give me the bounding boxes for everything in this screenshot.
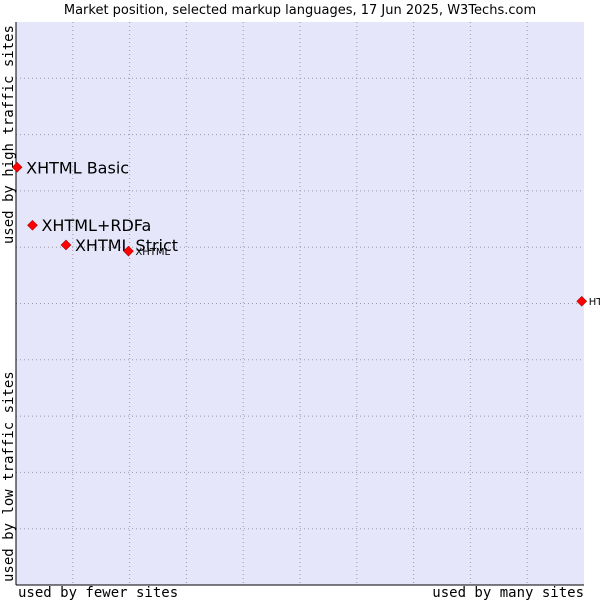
data-point-xhtml-rdfa: XHTML+RDFa (27, 216, 151, 235)
point-label: XHTML Basic (26, 158, 129, 177)
y-axis-label-top: used by high traffic sites (1, 25, 17, 244)
point-label: XHTML+RDFa (41, 216, 151, 235)
point-label: HTML (589, 297, 600, 308)
y-axis-label-bottom: used by low traffic sites (1, 371, 17, 582)
market-position-chart: Market position, selected markup languag… (1, 3, 600, 600)
data-point-xhtml-basic: XHTML Basic (11, 158, 129, 177)
x-axis-label-right: used by many sites (432, 585, 584, 600)
x-axis-label-left: used by fewer sites (18, 585, 178, 600)
chart-title: Market position, selected markup languag… (64, 3, 536, 18)
point-label: XHTML (135, 247, 170, 258)
